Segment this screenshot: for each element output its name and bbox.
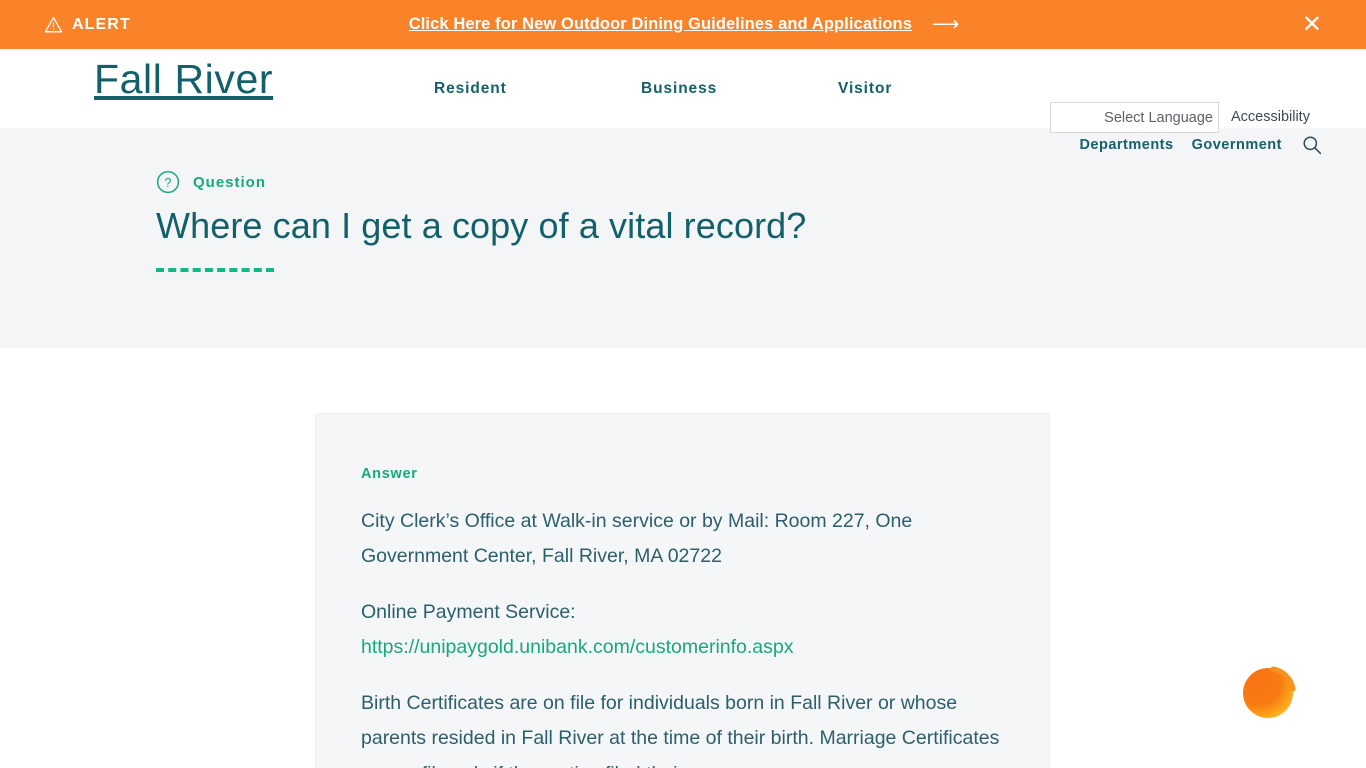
nav-item-resident[interactable]: Resident [434,80,641,98]
payment-heading: Online Payment Service: [361,600,576,623]
warning-triangle-icon [44,16,63,33]
close-icon[interactable]: ✕ [1302,12,1322,37]
alert-message-link[interactable]: Click Here for New Outdoor Dining Guidel… [409,15,912,34]
answer-paragraph-certificates: Birth Certificates are on file for indiv… [361,691,1000,768]
chat-bubble-icon[interactable] [1240,656,1310,726]
site-header: Fall River Resident Business Visitor Sel… [0,49,1366,155]
hero-section: ? Question Where can I get a copy of a v… [0,128,1366,348]
utility-navigation: Departments Government [1079,135,1322,155]
question-circle-icon: ? [156,170,180,194]
main-navigation: Resident Business Visitor [434,80,892,98]
arrow-right-icon[interactable]: ⟶ [932,15,959,34]
alert-label-group: ALERT [44,16,131,34]
language-selector-label: Select Language [1104,109,1213,126]
question-kicker: ? Question [156,170,1366,194]
page-title: Where can I get a copy of a vital record… [156,205,807,246]
payment-link[interactable]: https://unipaygold.unibank.com/customeri… [361,636,794,658]
alert-label: ALERT [72,15,131,33]
question-kicker-label: Question [193,173,267,191]
chat-widget-button[interactable] [1240,656,1310,726]
answer-card: Answer City Clerk’s Office at Walk-in se… [315,413,1050,768]
alert-bar: ALERT Click Here for New Outdoor Dining … [0,0,1366,49]
answer-paragraph-payment: Online Payment Service: https://unipaygo… [361,595,1004,666]
answer-label: Answer [361,466,418,482]
title-divider [156,268,274,273]
site-logo[interactable]: Fall River [94,56,273,103]
accessibility-link[interactable]: Accessibility [1231,109,1310,125]
main-content: Answer City Clerk’s Office at Walk-in se… [0,348,1366,768]
nav-item-departments[interactable]: Departments [1079,137,1173,153]
language-selector[interactable]: Select Language [1050,102,1219,133]
nav-item-visitor[interactable]: Visitor [838,80,892,98]
svg-text:?: ? [165,176,172,190]
search-icon[interactable] [1302,135,1322,155]
nav-item-government[interactable]: Government [1192,137,1282,153]
nav-item-business[interactable]: Business [641,80,838,98]
answer-paragraph-address: City Clerk’s Office at Walk-in service o… [361,510,913,568]
alert-message-group: Click Here for New Outdoor Dining Guidel… [0,15,1366,34]
